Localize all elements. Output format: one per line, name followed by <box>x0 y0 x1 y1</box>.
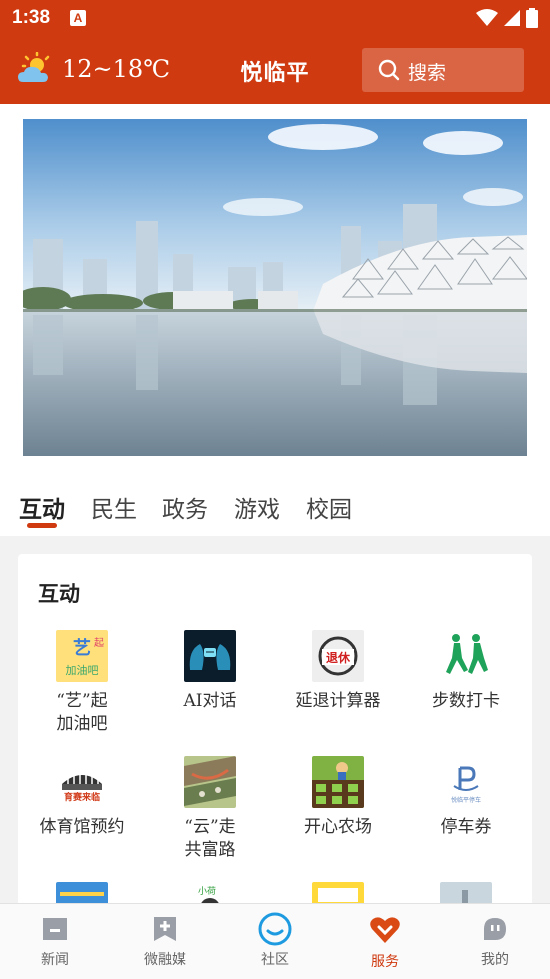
tab-zhengwu[interactable]: 政务 <box>162 490 208 524</box>
grid-item-retirement-calculator[interactable]: 退休 延退计算器 <box>274 630 402 713</box>
tab-hudong[interactable]: 互动 <box>19 490 65 524</box>
grid-item-label: 步数打卡 <box>432 691 500 711</box>
nav-profile[interactable]: 我的 <box>440 904 550 979</box>
svg-text:退休: 退休 <box>326 650 351 665</box>
nav-label: 微融媒 <box>144 952 186 968</box>
section-title: 互动 <box>38 582 80 606</box>
nav-community[interactable]: 社区 <box>220 904 330 979</box>
step-checkin-icon <box>440 630 492 682</box>
tab-youxi[interactable]: 游戏 <box>234 490 280 524</box>
banner-image[interactable] <box>23 119 527 456</box>
svg-text:小荷: 小荷 <box>198 886 216 897</box>
grid-item-label: 体育馆预约 <box>39 817 125 837</box>
grid-item-stadium-booking[interactable]: 育赛来临 体育馆预约 <box>18 756 146 839</box>
grid-item-label: 延退计算器 <box>295 691 381 711</box>
svg-text:加油吧: 加油吧 <box>66 663 99 677</box>
nav-label: 新闻 <box>41 952 69 968</box>
nav-label: 我的 <box>481 952 509 968</box>
app-header: 12~18℃ 悦临平 搜索 <box>0 36 550 104</box>
svg-text:艺: 艺 <box>73 637 91 659</box>
svg-text:悦临平停车: 悦临平停车 <box>451 796 481 804</box>
grid-item-yiqi-jiayouba[interactable]: 艺起加油吧 “艺”起 加油吧 <box>18 630 146 736</box>
parking-coupon-icon: 悦临平停车 <box>440 756 492 808</box>
profile-icon <box>484 918 506 940</box>
wifi-icon <box>475 8 498 26</box>
happy-farm-icon <box>312 756 364 808</box>
app-notification-icon: A <box>70 10 86 26</box>
media-icon <box>154 917 176 941</box>
cloud-walk-icon <box>184 756 236 808</box>
hudong-section-card: 互动 艺起加油吧 “艺”起 加油吧 AI对话 退休 延退计算器 步数打卡 育赛来临… <box>18 554 532 934</box>
nav-label: 社区 <box>261 952 289 968</box>
search-input[interactable]: 搜索 <box>362 48 524 92</box>
search-placeholder: 搜索 <box>408 62 447 84</box>
status-bar: 1:38 A <box>0 0 550 36</box>
grid-item-label: 开心农场 <box>304 817 372 837</box>
grid-item-label: “云”走 共富路 <box>184 817 236 860</box>
nav-label: 服务 <box>371 954 399 970</box>
status-icons <box>475 7 538 28</box>
stadium-booking-icon: 育赛来临 <box>56 756 108 808</box>
grid-item-label: 停车券 <box>440 817 492 837</box>
status-time: 1:38 <box>12 7 51 28</box>
svg-text:起: 起 <box>94 637 104 649</box>
tab-xiaoyuan[interactable]: 校园 <box>306 490 352 524</box>
grid-item-step-checkin[interactable]: 步数打卡 <box>402 630 530 713</box>
svg-text:育赛来临: 育赛来临 <box>64 791 100 803</box>
nav-news[interactable]: 新闻 <box>0 904 110 979</box>
ai-chat-icon <box>184 630 236 682</box>
signal-icon <box>503 9 520 26</box>
service-icon <box>370 917 400 943</box>
tab-minsheng[interactable]: 民生 <box>91 490 137 524</box>
search-icon <box>378 59 400 81</box>
grid-item-happy-farm[interactable]: 开心农场 <box>274 756 402 839</box>
bottom-nav: 新闻 微融媒 社区 服务 我的 <box>0 903 550 979</box>
category-tabs: 互动 民生 政务 游戏 校园 <box>0 480 550 536</box>
grid-item-parking-coupon[interactable]: 悦临平停车 停车券 <box>402 756 530 839</box>
yiqi-jiayouba-icon: 艺起加油吧 <box>56 630 108 682</box>
nav-media[interactable]: 微融媒 <box>110 904 220 979</box>
battery-icon <box>526 7 538 28</box>
nav-service[interactable]: 服务 <box>330 904 440 979</box>
grid-item-label: “艺”起 加油吧 <box>56 691 108 734</box>
news-icon <box>43 918 67 940</box>
grid-item-label: AI对话 <box>183 691 237 711</box>
community-icon <box>258 912 292 946</box>
grid-item-ai-chat[interactable]: AI对话 <box>146 630 274 713</box>
active-tab-indicator <box>27 523 57 528</box>
retirement-calculator-icon: 退休 <box>312 630 364 682</box>
grid-item-cloud-walk[interactable]: “云”走 共富路 <box>146 756 274 862</box>
